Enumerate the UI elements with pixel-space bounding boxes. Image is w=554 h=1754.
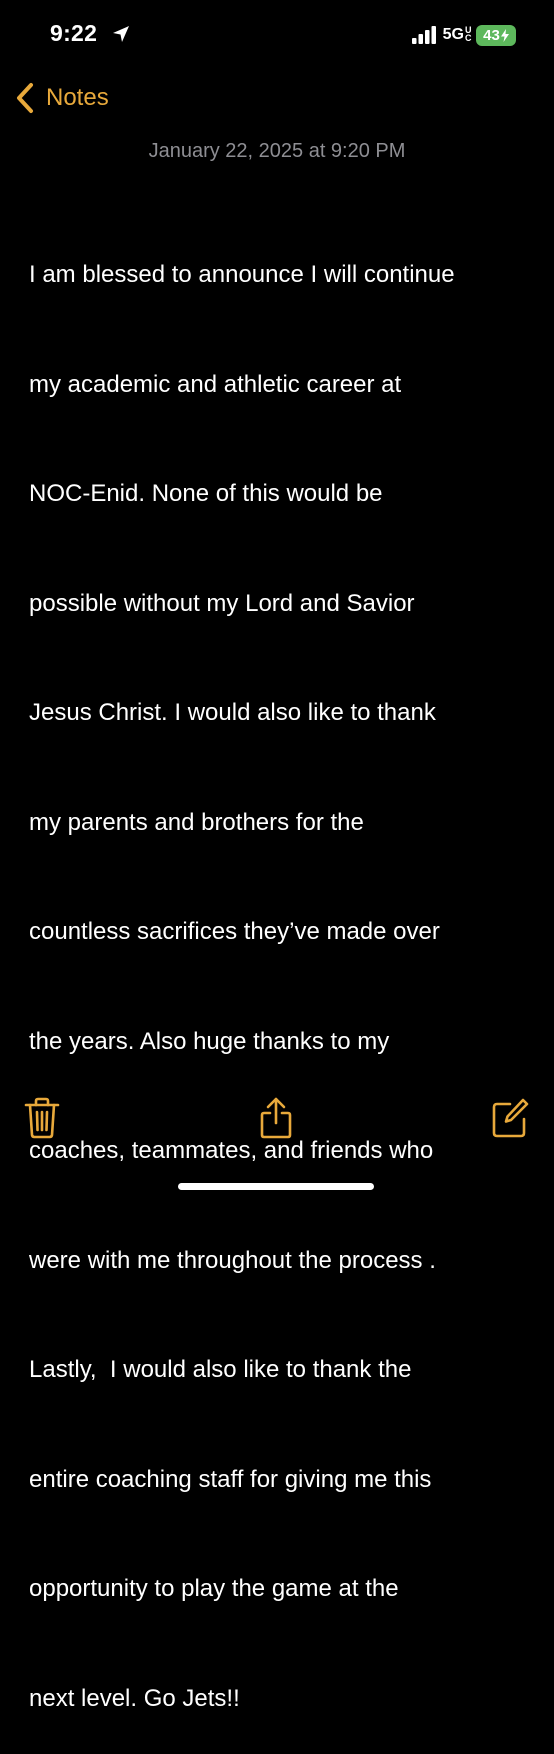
note-line: possible without my Lord and Savior (29, 589, 415, 617)
home-indicator[interactable] (178, 1183, 374, 1190)
note-line: Lastly, I would also like to thank the (29, 1356, 412, 1383)
note-line: Jesus Christ. I would also like to thank (29, 699, 436, 726)
compose-icon[interactable] (490, 1096, 530, 1140)
back-button[interactable]: Notes (12, 80, 109, 116)
note-body[interactable]: I am blessed to announce I will continue… (29, 184, 539, 1754)
back-label: Notes (46, 84, 109, 111)
note-line: countless sacrifices they’ve made over (29, 918, 440, 945)
status-bar: 9:22 5GUC 43 (0, 0, 554, 70)
note-line: next level. Go Jets!! (29, 1684, 240, 1712)
note-line: my academic and athletic career at (29, 370, 402, 398)
chevron-left-icon (17, 83, 33, 113)
note-line: my parents and brothers for the (29, 808, 364, 836)
network-suffix: UC (465, 25, 472, 43)
network-type: 5GUC (442, 25, 472, 44)
note-line: I am blessed to announce I will continue (29, 261, 455, 288)
cellular-signal-icon (411, 26, 436, 44)
status-indicators: 5GUC 43 (411, 24, 516, 46)
share-icon[interactable] (256, 1096, 296, 1140)
battery-indicator: 43 (476, 24, 516, 46)
trash-icon[interactable] (22, 1096, 62, 1140)
note-line: were with me throughout the process . (29, 1246, 436, 1274)
note-line: opportunity to play the game at the (29, 1575, 399, 1602)
location-arrow-icon (113, 26, 129, 42)
note-line: entire coaching staff for giving me this (29, 1465, 432, 1493)
note-line: the years. Also huge thanks to my (29, 1027, 390, 1055)
battery-level: 43 (483, 26, 500, 44)
note-date: January 22, 2025 at 9:20 PM (148, 140, 406, 162)
charging-bolt-icon (500, 28, 509, 42)
status-time: 9:22 (50, 20, 98, 46)
note-line: NOC-Enid. None of this would be (29, 480, 383, 507)
